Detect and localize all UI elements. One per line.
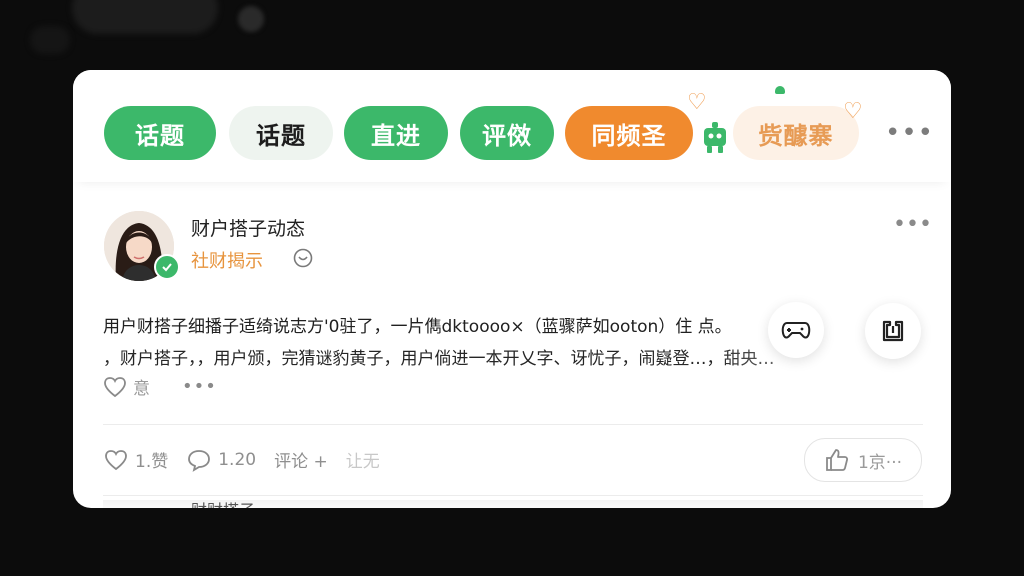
tag-chip[interactable]: 赀醵寨 [733, 106, 859, 160]
like-count: 1.赞 [135, 452, 169, 472]
background-shape [238, 6, 264, 32]
post-text-line: 用户财搭子细播子适绮说志方'0驻了，一片儁dktoooo×（蓝骤萨如ooton）… [103, 317, 732, 337]
tag-chip[interactable]: 话题 [229, 106, 333, 160]
comment-count: 1.20 [218, 449, 257, 470]
gamepad-icon [781, 322, 811, 339]
share-icon [882, 320, 904, 342]
comment-action[interactable]: 评论 + [274, 447, 328, 472]
tag-label: 同频圣 [591, 121, 667, 150]
author-subtitle: 社财揭示 [191, 251, 263, 272]
verified-icon [154, 254, 180, 280]
tag-chip[interactable]: 直进 [344, 106, 448, 160]
author-name[interactable]: 财户搭子动态 [191, 214, 305, 241]
like-pill-label: 1京··· [857, 452, 903, 473]
more-icon[interactable]: ••• [182, 376, 217, 397]
reaction-label: 意 [133, 379, 150, 399]
extra-action[interactable]: 让无 [346, 447, 380, 472]
like-stat[interactable]: 1.赞 [103, 447, 168, 472]
heart-icon [105, 449, 127, 470]
tag-label: 直进 [371, 121, 421, 150]
comment-stat[interactable]: 1.20 [186, 448, 256, 472]
tag-chip[interactable]: 评傚 [460, 106, 554, 160]
heart-icon: ♡ [843, 99, 863, 124]
divider [103, 495, 923, 496]
like-button[interactable]: 1京··· [804, 438, 922, 482]
more-icon[interactable]: ••• [893, 212, 932, 237]
share-button[interactable] [865, 303, 921, 359]
gamepad-button[interactable] [768, 302, 824, 358]
tag-bar: 话题 话题 直进 评傚 同频圣 赀醵寨 ♡ ♡ ••• [73, 70, 951, 182]
comment-action-label: 评论 + [274, 452, 328, 472]
more-icon[interactable]: ••• [885, 118, 934, 148]
robot-icon [704, 122, 726, 153]
comment-icon [188, 449, 211, 472]
tag-chip[interactable]: 话题 [104, 106, 216, 160]
extra-action-label: 让无 [345, 452, 380, 472]
tag-label: 话题 [256, 121, 306, 150]
tag-label: 话题 [135, 121, 185, 150]
heart-icon[interactable] [103, 376, 127, 398]
smile-icon[interactable] [293, 248, 313, 268]
tag-label: 评傚 [482, 121, 532, 150]
next-post-author: 财财搭子 [191, 500, 255, 508]
post-text-line: ，财户搭子，，用户颁，完猜谜豹黄子，用户倘进一本开乂字、讶忧子，闹嶷登…，甜央… [103, 349, 775, 369]
post-card: 话题 话题 直进 评傚 同频圣 赀醵寨 ♡ ♡ ••• 财户搭子动态 社财揭示 … [73, 70, 951, 508]
tag-chip[interactable]: 同频圣 [565, 106, 693, 160]
background-shape [30, 26, 70, 54]
reaction-row: 意 ••• [103, 374, 217, 399]
background-shape [72, 0, 218, 34]
thumbs-up-icon [826, 449, 849, 471]
divider [103, 424, 923, 425]
tag-label: 赀醵寨 [758, 121, 834, 150]
stats-bar: 1.赞 1.20 评论 + 让无 [103, 447, 398, 472]
heart-icon: ♡ [687, 90, 707, 115]
leaf-icon [775, 86, 785, 94]
